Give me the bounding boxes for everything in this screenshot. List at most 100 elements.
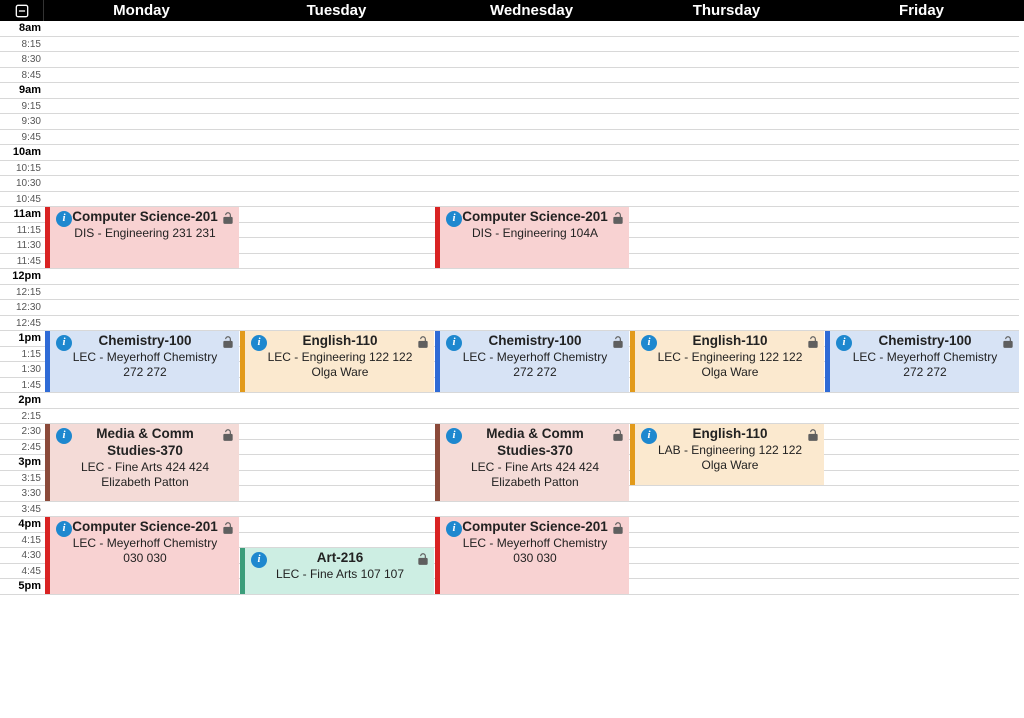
- event-block[interactable]: iEnglish-110LEC - Engineering 122 122Olg…: [630, 331, 824, 392]
- event-block[interactable]: iChemistry-100LEC - Meyerhoff Chemistry …: [45, 331, 239, 392]
- lock-icon[interactable]: [221, 427, 235, 443]
- day-header-wednesday: Wednesday: [434, 0, 629, 21]
- day-column: iComputer Science-201DIS - Engineering 2…: [44, 21, 239, 595]
- time-slot: 11:45: [0, 254, 44, 270]
- time-slot: 2pm: [0, 393, 44, 409]
- event-title: Computer Science-201: [461, 209, 609, 226]
- time-slot: 11:30: [0, 238, 44, 254]
- event-block[interactable]: iComputer Science-201DIS - Engineering 1…: [435, 207, 629, 268]
- day-columns: iComputer Science-201DIS - Engineering 2…: [44, 21, 1024, 595]
- event-title: Media & Comm Studies-370: [461, 426, 609, 460]
- event-block[interactable]: iComputer Science-201DIS - Engineering 2…: [45, 207, 239, 268]
- time-slot: 12pm: [0, 269, 44, 285]
- time-slot: 8:30: [0, 52, 44, 68]
- event-subtitle: LEC - Meyerhoff Chemistry 272 272: [461, 350, 609, 380]
- lock-icon[interactable]: [611, 334, 625, 350]
- day-column: iEnglish-110LEC - Engineering 122 122Olg…: [629, 21, 824, 595]
- event-subtitle: DIS - Engineering 231 231: [71, 226, 219, 241]
- event-title: Chemistry-100: [851, 333, 999, 350]
- info-icon[interactable]: i: [446, 211, 462, 227]
- time-slot: 11am: [0, 207, 44, 223]
- time-slot: 12:15: [0, 285, 44, 301]
- info-icon[interactable]: i: [641, 428, 657, 444]
- event-block[interactable]: iChemistry-100LEC - Meyerhoff Chemistry …: [825, 331, 1019, 392]
- time-slot: 9:15: [0, 99, 44, 115]
- info-icon[interactable]: i: [641, 335, 657, 351]
- lock-icon[interactable]: [611, 520, 625, 536]
- event-block[interactable]: iEnglish-110LAB - Engineering 122 122Olg…: [630, 424, 824, 485]
- time-column: 8am8:158:308:459am9:159:309:4510am10:151…: [0, 21, 44, 595]
- event-block[interactable]: iComputer Science-201LEC - Meyerhoff Che…: [45, 517, 239, 594]
- event-title: English-110: [656, 333, 804, 350]
- info-icon[interactable]: i: [251, 552, 267, 568]
- day-header-thursday: Thursday: [629, 0, 824, 21]
- event-instructor: Olga Ware: [266, 365, 414, 380]
- lock-icon[interactable]: [611, 427, 625, 443]
- time-slot: 2:30: [0, 424, 44, 440]
- day-column: iComputer Science-201DIS - Engineering 1…: [434, 21, 629, 595]
- time-slot: 4:15: [0, 533, 44, 549]
- info-icon[interactable]: i: [446, 428, 462, 444]
- event-block[interactable]: iArt-216LEC - Fine Arts 107 107: [240, 548, 434, 594]
- time-slot: 3:15: [0, 471, 44, 487]
- event-title: English-110: [266, 333, 414, 350]
- event-title: Computer Science-201: [461, 519, 609, 536]
- event-block[interactable]: iComputer Science-201LEC - Meyerhoff Che…: [435, 517, 629, 594]
- time-slot: 8:45: [0, 68, 44, 84]
- event-title: Media & Comm Studies-370: [71, 426, 219, 460]
- time-slot: 8:15: [0, 37, 44, 53]
- info-icon[interactable]: i: [251, 335, 267, 351]
- info-icon[interactable]: i: [56, 521, 72, 537]
- lock-icon[interactable]: [416, 551, 430, 567]
- info-icon[interactable]: i: [446, 521, 462, 537]
- time-slot: 10am: [0, 145, 44, 161]
- time-slot: 9am: [0, 83, 44, 99]
- time-slot: 9:30: [0, 114, 44, 130]
- calendar-header: Monday Tuesday Wednesday Thursday Friday: [0, 0, 1024, 21]
- lock-icon[interactable]: [221, 210, 235, 226]
- event-subtitle: LEC - Meyerhoff Chemistry 272 272: [851, 350, 999, 380]
- event-block[interactable]: iChemistry-100LEC - Meyerhoff Chemistry …: [435, 331, 629, 392]
- time-slot: 10:30: [0, 176, 44, 192]
- lock-icon[interactable]: [806, 334, 820, 350]
- lock-icon[interactable]: [806, 427, 820, 443]
- info-icon[interactable]: i: [56, 428, 72, 444]
- event-subtitle: LEC - Fine Arts 107 107: [266, 567, 414, 582]
- time-slot: 10:45: [0, 192, 44, 208]
- time-slot: 12:30: [0, 300, 44, 316]
- time-slot: 1:30: [0, 362, 44, 378]
- info-icon[interactable]: i: [446, 335, 462, 351]
- lock-icon[interactable]: [221, 334, 235, 350]
- day-header-tuesday: Tuesday: [239, 0, 434, 21]
- time-slot: 10:15: [0, 161, 44, 177]
- event-title: English-110: [656, 426, 804, 443]
- event-subtitle: LEC - Meyerhoff Chemistry 030 030: [71, 536, 219, 566]
- time-slot: 2:15: [0, 409, 44, 425]
- time-slot: 4:45: [0, 564, 44, 580]
- collapse-button[interactable]: [0, 0, 44, 21]
- lock-icon[interactable]: [221, 520, 235, 536]
- info-icon[interactable]: i: [56, 335, 72, 351]
- event-block[interactable]: iEnglish-110LEC - Engineering 122 122Olg…: [240, 331, 434, 392]
- time-slot: 3pm: [0, 455, 44, 471]
- collapse-icon: [15, 4, 29, 18]
- event-title: Chemistry-100: [461, 333, 609, 350]
- lock-icon[interactable]: [611, 210, 625, 226]
- info-icon[interactable]: i: [56, 211, 72, 227]
- time-slot: 1:45: [0, 378, 44, 394]
- time-slot: 2:45: [0, 440, 44, 456]
- lock-icon[interactable]: [416, 334, 430, 350]
- lock-icon[interactable]: [1001, 334, 1015, 350]
- event-title: Art-216: [266, 550, 414, 567]
- event-block[interactable]: iMedia & Comm Studies-370LEC - Fine Arts…: [435, 424, 629, 501]
- time-slot: 11:15: [0, 223, 44, 239]
- time-slot: 5pm: [0, 579, 44, 595]
- info-icon[interactable]: i: [836, 335, 852, 351]
- time-slot: 1:15: [0, 347, 44, 363]
- event-subtitle: LEC - Engineering 122 122: [266, 350, 414, 365]
- time-slot: 3:30: [0, 486, 44, 502]
- event-subtitle: LEC - Engineering 122 122: [656, 350, 804, 365]
- event-subtitle: LEC - Fine Arts 424 424: [71, 460, 219, 475]
- time-slot: 4pm: [0, 517, 44, 533]
- event-block[interactable]: iMedia & Comm Studies-370LEC - Fine Arts…: [45, 424, 239, 501]
